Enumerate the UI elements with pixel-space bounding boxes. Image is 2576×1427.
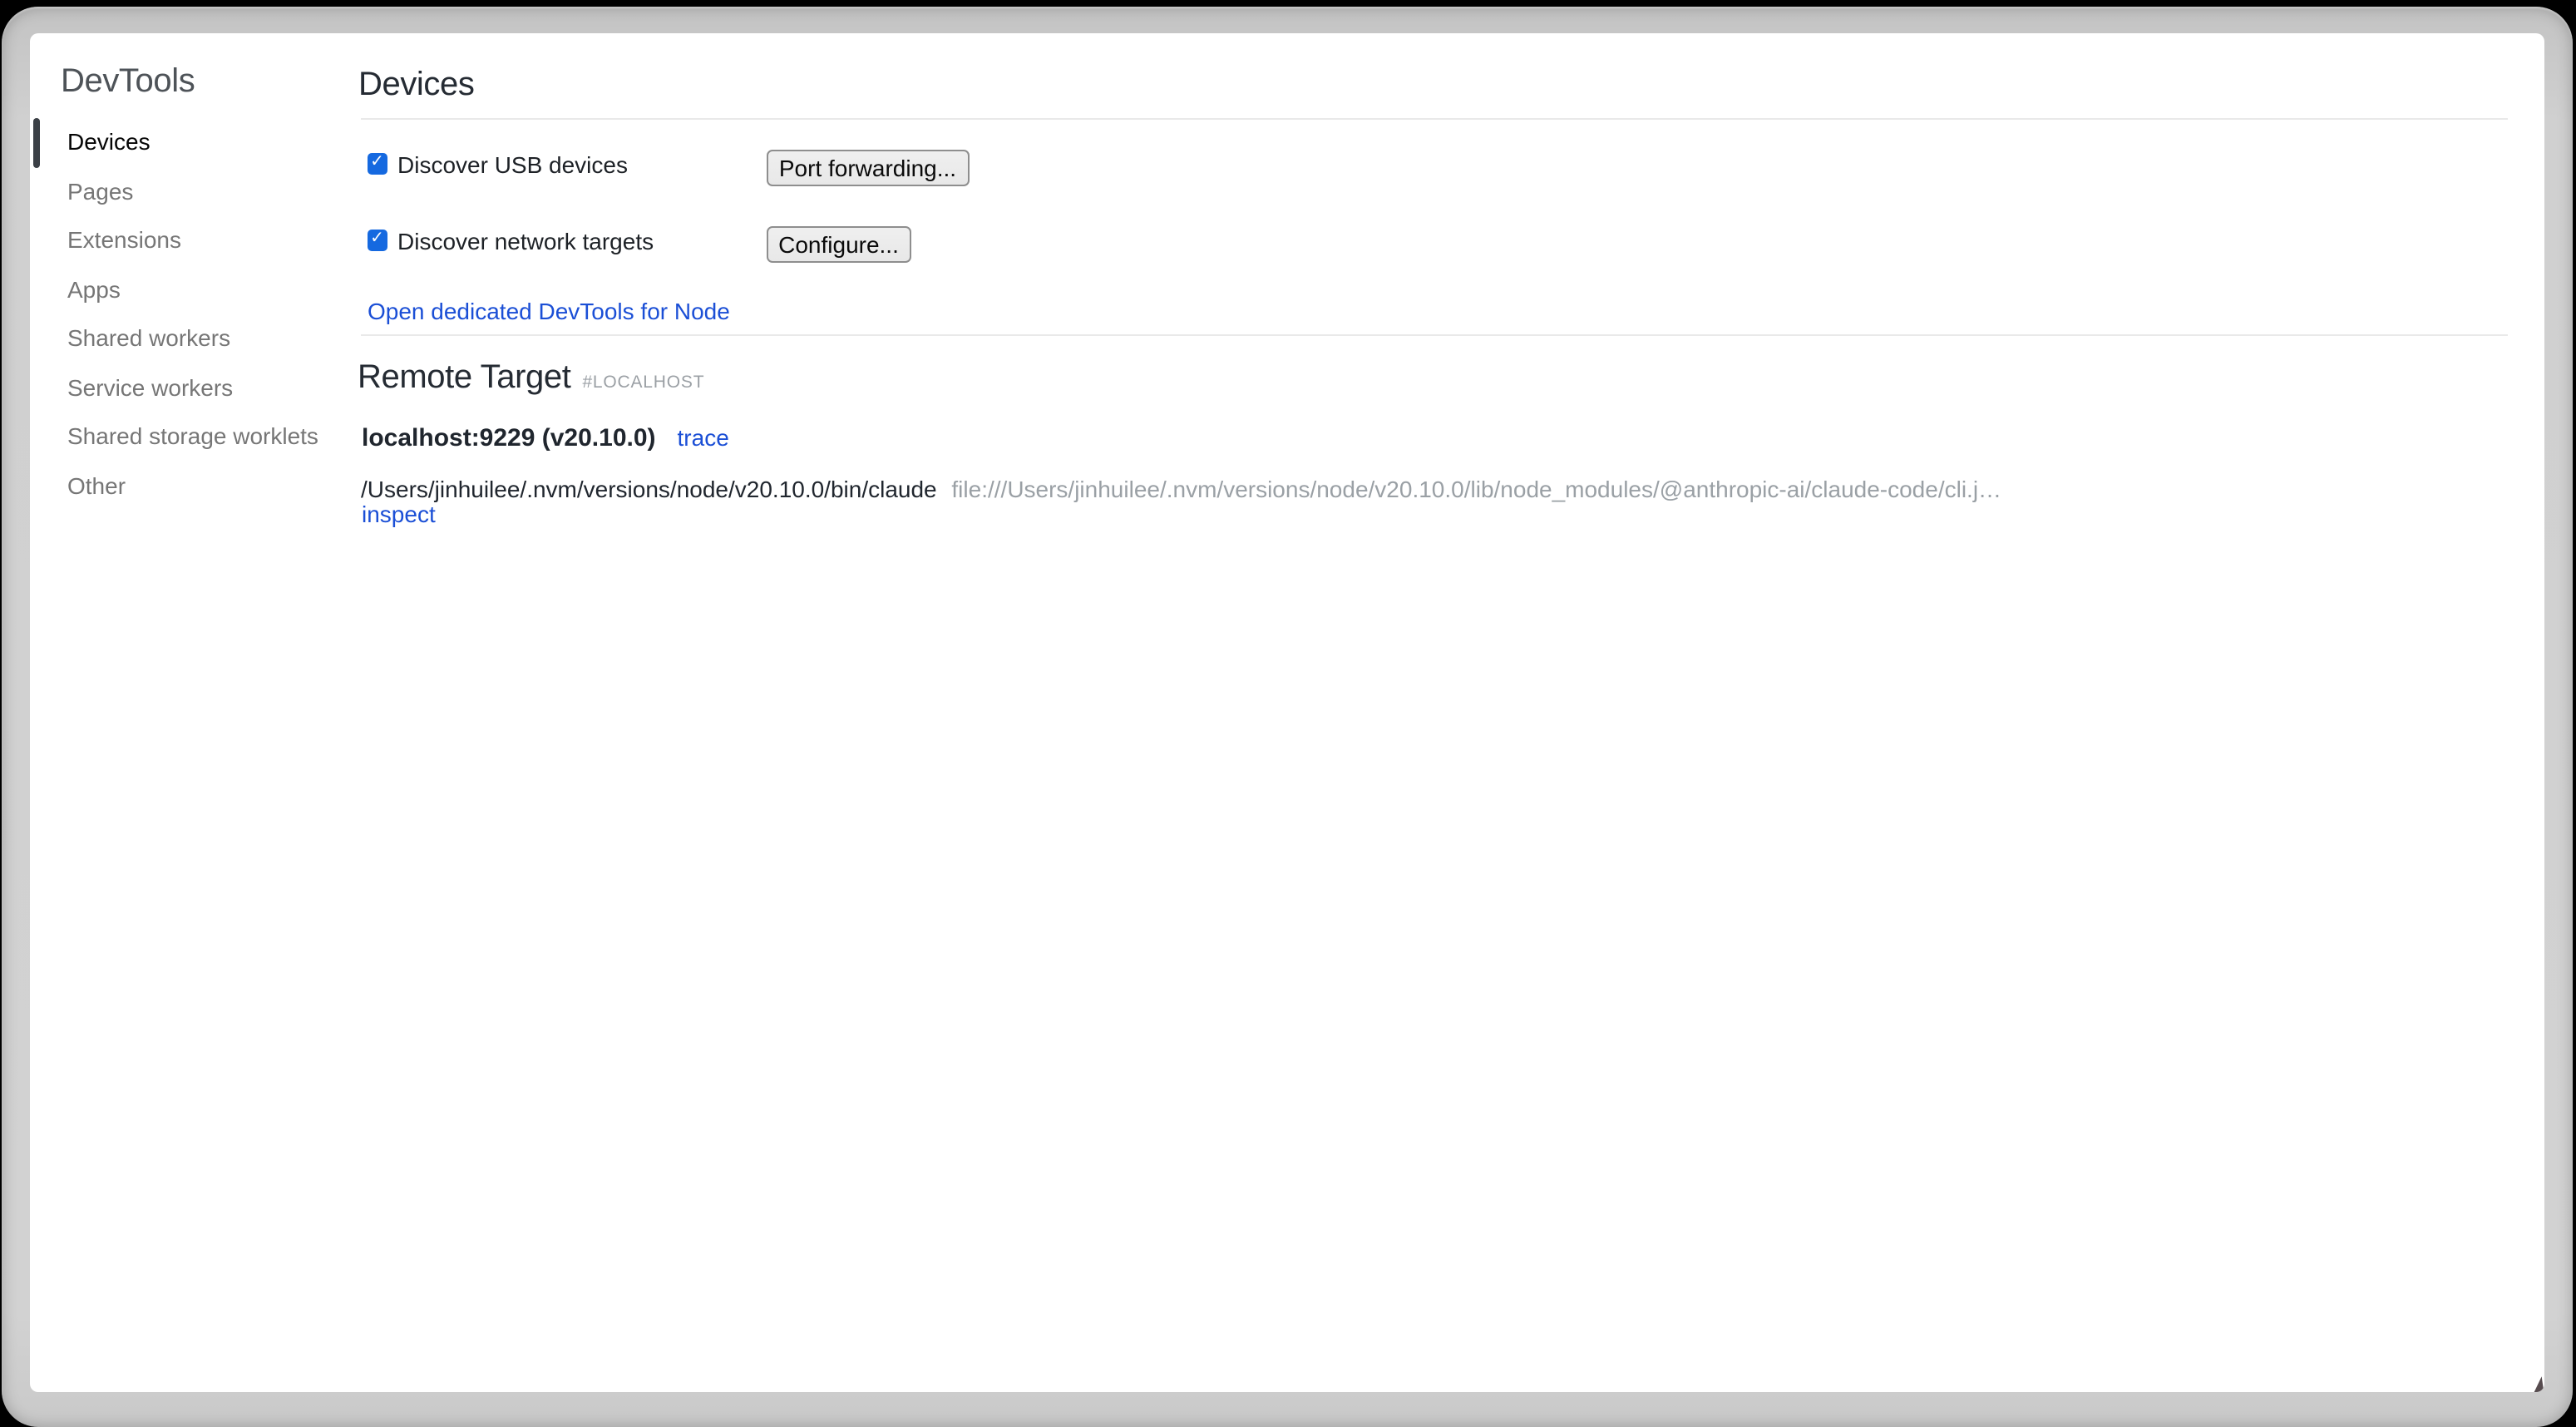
discover-usb-checkbox[interactable]: ✓ [367,153,387,174]
sidebar-item-devices[interactable]: Devices [67,125,151,158]
section-divider [360,334,2507,336]
sidebar-item-other[interactable]: Other [67,468,126,501]
discover-network-checkbox[interactable]: ✓ [367,230,387,250]
target-row: localhost:9229 (v20.10.0) trace [362,423,729,452]
screen: DevTools Devices Pages Extensions Apps S… [0,0,2576,1427]
active-item-indicator [32,118,40,167]
devtools-window: DevTools Devices Pages Extensions Apps S… [29,33,2544,1392]
resize-cursor-artifact [2531,1376,2543,1392]
discover-network-label[interactable]: Discover network targets [397,227,654,254]
port-forwarding-button[interactable]: Port forwarding... [766,150,970,185]
checkmark-icon: ✓ [370,155,384,171]
process-path: /Users/jinhuilee/.nvm/versions/node/v20.… [361,476,937,502]
page-title: Devices [358,63,474,106]
target-name: localhost:9229 (v20.10.0) [362,423,656,452]
module-url: file:///Users/jinhuilee/.nvm/versions/no… [951,476,2001,502]
checkmark-icon: ✓ [370,231,384,248]
sidebar-item-pages[interactable]: Pages [67,174,133,207]
remote-target-header: Remote Target #LOCALHOST [358,359,704,397]
sidebar-title: DevTools [61,60,195,103]
target-path-row: /Users/jinhuilee/.nvm/versions/node/v20.… [361,476,2001,502]
configure-button[interactable]: Configure... [766,226,911,262]
sidebar-item-service-workers[interactable]: Service workers [67,370,233,403]
sidebar-item-apps[interactable]: Apps [67,272,121,305]
trace-link[interactable]: trace [678,423,729,450]
localhost-tag: #LOCALHOST [582,373,704,393]
sidebar-item-extensions[interactable]: Extensions [67,223,181,256]
remote-target-title: Remote Target [358,359,570,397]
sidebar-item-shared-workers[interactable]: Shared workers [67,321,230,354]
discover-usb-label[interactable]: Discover USB devices [397,151,628,177]
inspect-link[interactable]: inspect [362,501,436,527]
sidebar-item-shared-storage-worklets[interactable]: Shared storage worklets [67,419,318,452]
open-node-devtools-link[interactable]: Open dedicated DevTools for Node [368,297,730,323]
section-divider [360,117,2507,119]
